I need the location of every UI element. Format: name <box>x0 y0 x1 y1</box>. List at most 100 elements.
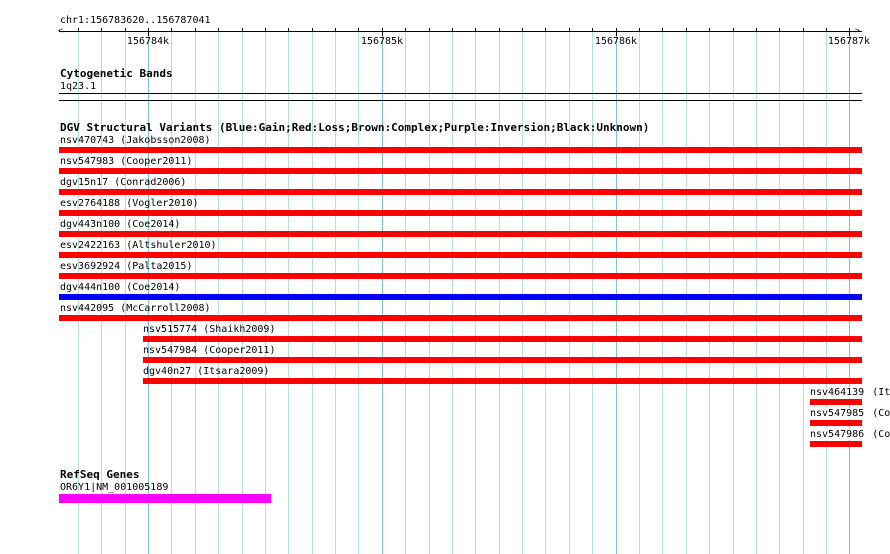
dgv-feature-study: (Vogler2010) <box>126 198 199 209</box>
dgv-feature-id: nsv547985 <box>810 408 867 419</box>
ruler-tick-label: 156787k <box>827 36 871 47</box>
grid-line <box>452 30 453 554</box>
ruler-tick <box>452 28 453 32</box>
dgv-feature-id: dgv15n17 <box>60 177 109 188</box>
cytoband-top-line <box>59 93 862 94</box>
dgv-feature-label: nsv547983 (Cooper2011) <box>60 156 192 167</box>
grid-line <box>569 30 570 554</box>
ruler-tick <box>779 28 780 32</box>
dgv-feature-study: (Coo <box>872 429 890 440</box>
cytoband-label[interactable]: 1q23.1 <box>60 81 96 92</box>
dgv-feature-study: (McCarroll2008) <box>120 303 211 314</box>
ruler-tick <box>733 28 734 32</box>
grid-line <box>475 30 476 554</box>
dgv-feature-label: nsv464139 (Its <box>810 387 890 398</box>
ruler-tick <box>545 28 546 32</box>
ruler-tick <box>499 28 500 32</box>
dgv-feature-study: (Conrad2006) <box>114 177 187 188</box>
grid-line <box>849 30 850 554</box>
dgv-feature-id: dgv443n100 <box>60 219 121 230</box>
dgv-feature-bar[interactable] <box>59 273 862 279</box>
ruler-tick <box>382 28 383 36</box>
ruler-tick <box>265 28 266 32</box>
grid-line <box>616 30 617 554</box>
grid-line <box>686 30 687 554</box>
grid-line <box>592 30 593 554</box>
dgv-feature-bar[interactable] <box>143 336 862 342</box>
grid-line <box>639 30 640 554</box>
ruler-tick <box>358 28 359 32</box>
dgv-feature-label: nsv515774 (Shaikh2009) <box>143 324 275 335</box>
coordinate-ruler[interactable]: < > <box>58 27 862 38</box>
grid-line <box>733 30 734 554</box>
grid-line <box>288 30 289 554</box>
dgv-feature-bar[interactable] <box>810 420 862 426</box>
grid-line <box>382 30 383 554</box>
dgv-feature-bar[interactable] <box>810 441 862 447</box>
dgv-feature-id: nsv442095 <box>60 303 115 314</box>
ruler-tick-label: 156784k <box>126 36 170 47</box>
dgv-feature-bar[interactable] <box>810 399 862 405</box>
dgv-feature-bar[interactable] <box>59 210 862 216</box>
dgv-feature-id: nsv515774 <box>143 324 198 335</box>
dgv-feature-bar[interactable] <box>59 147 862 153</box>
dgv-feature-label: nsv442095 (McCarroll2008) <box>60 303 211 314</box>
dgv-feature-study: (Cooper2011) <box>120 156 193 167</box>
ruler-tick <box>826 28 827 32</box>
dgv-feature-label: nsv547985 (Coo <box>810 408 890 419</box>
dgv-feature-study: (Cooper2011) <box>203 345 276 356</box>
dgv-feature-bar[interactable] <box>143 378 862 384</box>
dgv-feature-label: dgv40n27 (Itsara2009) <box>143 366 269 377</box>
dgv-feature-id: nsv464139 <box>810 387 867 398</box>
grid-line <box>499 30 500 554</box>
ruler-tick <box>218 28 219 32</box>
dgv-feature-label: esv2422163 (Altshuler2010) <box>60 240 217 251</box>
dgv-feature-study: (Altshuler2010) <box>126 240 217 251</box>
ruler-tick <box>662 28 663 32</box>
ruler-tick <box>195 28 196 32</box>
dgv-feature-bar[interactable] <box>59 315 862 321</box>
location-label: chr1:156783620..156787041 <box>60 15 211 26</box>
ruler-tick <box>756 28 757 32</box>
dgv-feature-bar[interactable] <box>143 357 862 363</box>
dgv-feature-study: (Shaikh2009) <box>203 324 276 335</box>
dgv-feature-study: (Its <box>872 387 890 398</box>
ruler-line <box>59 31 862 32</box>
grid-line <box>779 30 780 554</box>
ruler-tick <box>171 28 172 32</box>
refseq-gene-label: OR6Y1|NM_001005189 <box>60 482 169 493</box>
dgv-feature-bar[interactable] <box>59 189 862 195</box>
dgv-feature-bar[interactable] <box>59 231 862 237</box>
dgv-feature-id: esv2422163 <box>60 240 121 251</box>
grid-line <box>803 30 804 554</box>
scroll-left-arrow-icon[interactable]: < <box>58 27 63 35</box>
refseq-gene-bar[interactable] <box>59 494 271 503</box>
ruler-tick <box>148 28 149 36</box>
dgv-feature-study: (Palta2015) <box>126 261 193 272</box>
dgv-feature-label: dgv15n17 (Conrad2006) <box>60 177 186 188</box>
dgv-feature-bar[interactable] <box>59 294 862 300</box>
ruler-tick <box>312 28 313 32</box>
grid-line <box>265 30 266 554</box>
dgv-feature-id: esv3692924 <box>60 261 121 272</box>
ruler-tick <box>78 28 79 32</box>
ruler-tick <box>639 28 640 32</box>
ruler-tick <box>429 28 430 32</box>
dgv-feature-id: nsv547984 <box>143 345 198 356</box>
dgv-feature-study: (Itsara2009) <box>197 366 270 377</box>
dgv-feature-label: esv2764188 (Vogler2010) <box>60 198 199 209</box>
grid-line <box>756 30 757 554</box>
dgv-feature-study: (Coe2014) <box>126 219 181 230</box>
dgv-feature-id: nsv470743 <box>60 135 115 146</box>
ruler-tick <box>125 28 126 32</box>
dgv-feature-bar[interactable] <box>59 168 862 174</box>
refseq-track-title: RefSeq Genes <box>60 468 140 481</box>
grid-line <box>358 30 359 554</box>
dgv-feature-bar[interactable] <box>59 252 862 258</box>
ruler-tick <box>288 28 289 32</box>
cytoband-bottom-line <box>59 100 862 101</box>
grid-line <box>218 30 219 554</box>
ruler-tick-label: 156785k <box>360 36 404 47</box>
scroll-right-arrow-icon[interactable]: > <box>855 27 860 35</box>
ruler-tick <box>569 28 570 32</box>
